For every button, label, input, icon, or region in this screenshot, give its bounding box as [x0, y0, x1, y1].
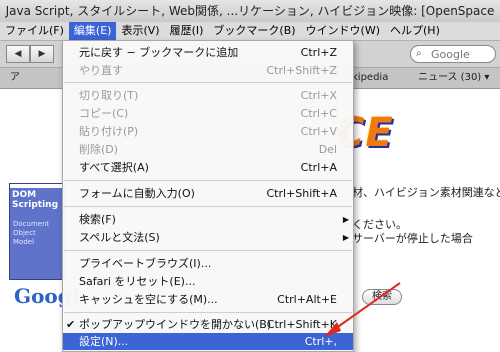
annotation-arrow-icon	[324, 282, 401, 337]
